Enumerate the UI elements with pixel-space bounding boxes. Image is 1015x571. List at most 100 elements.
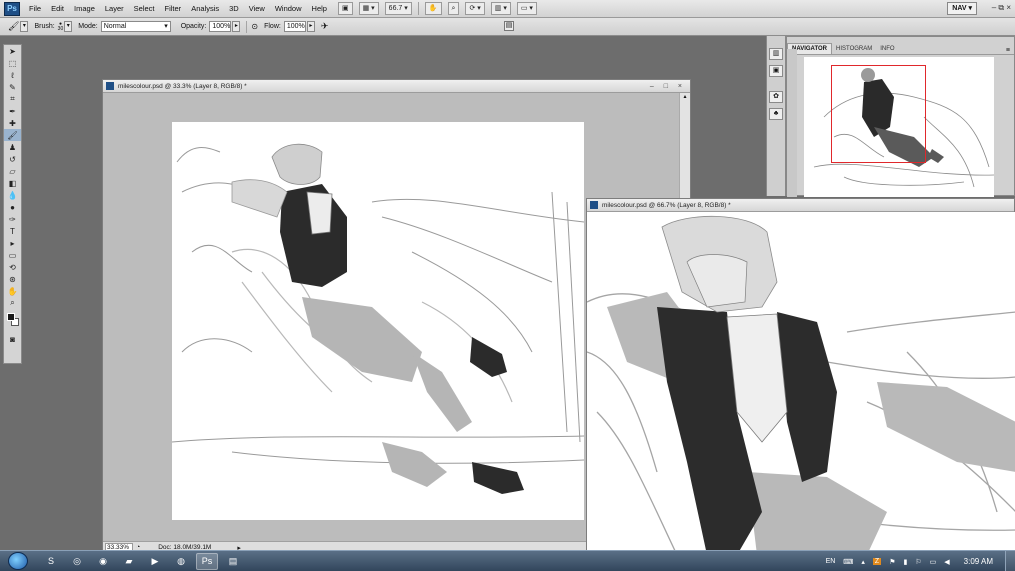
canvas[interactable] <box>172 122 584 520</box>
history-panel-icon[interactable]: ▥ <box>769 48 783 60</box>
menu-layer[interactable]: Layer <box>100 0 129 18</box>
menu-edit[interactable]: Edit <box>46 0 69 18</box>
skype-icon[interactable]: S <box>40 553 62 570</box>
zoom-level-dropdown[interactable]: 66.7 ▾ <box>384 2 412 15</box>
launch-bridge-button[interactable]: ▣ <box>337 2 353 15</box>
healing-brush-tool-icon[interactable]: ✚ <box>4 117 21 129</box>
document-title: milescolour.psd @ 33.3% (Layer 8, RGB/8)… <box>118 82 247 90</box>
pen-tool-icon[interactable]: ✑ <box>4 213 21 225</box>
lasso-tool-icon[interactable]: ℓ <box>4 69 21 81</box>
tab-histogram[interactable]: HISTOGRAM <box>832 44 876 54</box>
clone-stamp-tool-icon[interactable]: ♟ <box>4 141 21 153</box>
menu-analysis[interactable]: Analysis <box>186 0 224 18</box>
menu-filter[interactable]: Filter <box>160 0 187 18</box>
photoshop-taskbar-icon[interactable]: Ps <box>196 552 218 570</box>
quick-mask-icon[interactable]: ◙ <box>4 333 21 345</box>
path-selection-tool-icon[interactable]: ▸ <box>4 237 21 249</box>
paint-bucket-tool-icon[interactable]: ◧ <box>4 177 21 189</box>
language-indicator[interactable]: EN <box>826 558 836 565</box>
start-button[interactable] <box>8 552 28 570</box>
move-tool-icon[interactable]: ➤ <box>4 45 21 57</box>
type-tool-icon[interactable]: T <box>4 225 21 237</box>
volume-icon[interactable]: ◀ <box>944 558 949 566</box>
flag-icon[interactable]: ⚑ <box>889 558 895 566</box>
flow-input[interactable]: 100% <box>283 21 306 32</box>
menu-window[interactable]: Window <box>270 0 307 18</box>
hand-tool-button[interactable]: ✋ <box>424 2 442 15</box>
document-titlebar[interactable]: milescolour.psd @ 33.3% (Layer 8, RGB/8)… <box>103 80 690 93</box>
sketch-artwork-zoomed <box>587 215 1015 555</box>
arrange-documents-button[interactable]: ▥ ▾ <box>490 2 511 15</box>
foreground-color-swatch[interactable] <box>7 313 15 321</box>
brush-presets-icon[interactable]: ✿ <box>769 91 783 103</box>
navigator-view-box[interactable] <box>831 65 926 163</box>
hand-tool-icon[interactable]: ✋ <box>4 285 21 297</box>
flow-slider-button[interactable]: ▸ <box>306 21 315 32</box>
flag-icon-secondary[interactable]: ⚐ <box>915 558 921 566</box>
opacity-input[interactable]: 100% <box>209 21 232 32</box>
tool-preset-picker[interactable]: ▾ <box>20 21 29 32</box>
menu-image[interactable]: Image <box>69 0 100 18</box>
menu-3d[interactable]: 3D <box>224 0 244 18</box>
document-titlebar[interactable]: milescolour.psd @ 66.7% (Layer 8, RGB/8)… <box>587 199 1014 212</box>
menu-select[interactable]: Select <box>129 0 160 18</box>
eraser-tool-icon[interactable]: ▱ <box>4 165 21 177</box>
crop-tool-icon[interactable]: ⌗ <box>4 93 21 105</box>
marquee-tool-icon[interactable]: ⬚ <box>4 57 21 69</box>
clock[interactable]: 3:09 AM <box>964 557 993 566</box>
panel-menu-icon[interactable]: ≡ <box>1006 47 1010 54</box>
blend-mode-select[interactable]: Normal ▾ <box>100 21 171 32</box>
app-launcher-icon[interactable]: ◎ <box>66 553 88 570</box>
remote-icon[interactable]: ▤ <box>222 553 244 570</box>
brush-tool-preset-icon[interactable]: 🖌 <box>8 21 19 32</box>
clone-source-icon[interactable]: ♣ <box>769 108 783 120</box>
canvas[interactable] <box>587 212 1015 555</box>
quick-select-tool-icon[interactable]: ✎ <box>4 81 21 93</box>
brush-picker[interactable]: ● 30 <box>58 21 64 32</box>
color-swatches[interactable] <box>4 309 21 333</box>
document-icon <box>590 201 598 209</box>
tools-panel: ➤ ⬚ ℓ ✎ ⌗ ✒ ✚ 🖌 ♟ ↺ ▱ ◧ 💧 ● ✑ T ▸ ▭ ⟲ ⊛ … <box>3 44 22 364</box>
workspace-switcher[interactable]: NAV ▾ <box>947 2 977 15</box>
scroll-up-icon[interactable]: ▴ <box>680 93 690 102</box>
menu-help[interactable]: Help <box>307 0 332 18</box>
explorer-folder-icon[interactable]: ▰ <box>118 553 140 570</box>
firefox-icon[interactable]: ◉ <box>92 553 114 570</box>
actions-panel-icon[interactable]: ▣ <box>769 65 783 77</box>
menu-view[interactable]: View <box>244 0 270 18</box>
3d-rotate-tool-icon[interactable]: ⟲ <box>4 261 21 273</box>
menu-file[interactable]: File <box>24 0 46 18</box>
show-desktop-button[interactable] <box>1005 551 1015 571</box>
opacity-label: Opacity: <box>180 23 207 30</box>
app-window-controls[interactable]: – ⧉ × <box>992 3 1011 13</box>
blur-tool-icon[interactable]: 💧 <box>4 189 21 201</box>
system-icon[interactable]: ◍ <box>170 553 192 570</box>
tray-app-icon[interactable]: Z <box>872 558 882 565</box>
magnifier-icon: ⌕ <box>451 5 456 12</box>
zoom-tool-icon[interactable]: ⌕ <box>4 297 21 309</box>
view-extras-button[interactable]: ▦ ▾ <box>358 2 379 15</box>
document-icon <box>106 82 114 90</box>
tray-expand-icon[interactable]: ▴ <box>861 558 865 566</box>
battery-icon[interactable]: ▭ <box>930 558 937 566</box>
navigator-thumbnail[interactable] <box>804 57 994 197</box>
shape-tool-icon[interactable]: ▭ <box>4 249 21 261</box>
network-icon[interactable]: ▮ <box>903 558 907 566</box>
zoom-tool-button[interactable]: ⌕ <box>447 2 460 15</box>
3d-orbit-tool-icon[interactable]: ⊛ <box>4 273 21 285</box>
brush-picker-arrow[interactable]: ▾ <box>64 21 73 32</box>
keyboard-icon[interactable]: ⌨ <box>843 558 853 566</box>
brush-tool-icon[interactable]: 🖌 <box>4 129 21 141</box>
tab-info[interactable]: INFO <box>876 44 898 54</box>
airbrush-icon[interactable]: ✈ <box>321 21 329 32</box>
history-brush-tool-icon[interactable]: ↺ <box>4 153 21 165</box>
dodge-tool-icon[interactable]: ● <box>4 201 21 213</box>
opacity-slider-button[interactable]: ▸ <box>232 21 241 32</box>
rotate-view-button[interactable]: ⟳ ▾ <box>465 2 485 15</box>
media-player-icon[interactable]: ▶ <box>144 553 166 570</box>
eyedropper-tool-icon[interactable]: ✒ <box>4 105 21 117</box>
brush-panel-toggle-icon[interactable]: ▤ <box>504 21 514 31</box>
document-window-controls[interactable]: – □ × <box>650 83 686 90</box>
screen-mode-button[interactable]: ▭ ▾ <box>516 2 537 15</box>
tablet-opacity-pressure-icon[interactable]: ⊙ <box>251 22 258 31</box>
